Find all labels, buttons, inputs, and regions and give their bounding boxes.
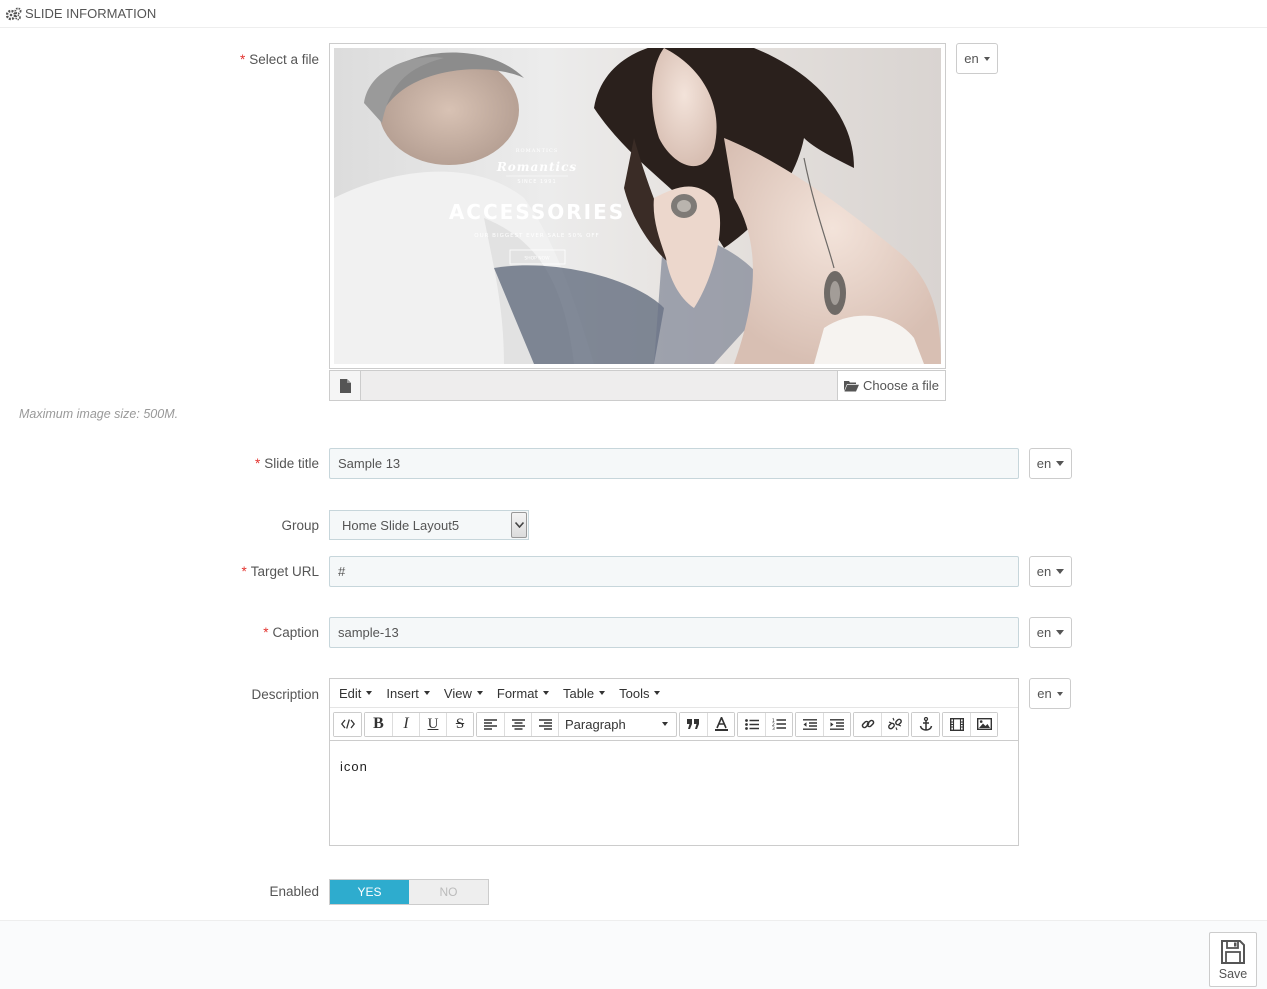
select-file-label: * Select a file	[239, 52, 319, 67]
editor-toolbar: B I U S Paragraph 1 2 3	[330, 708, 1018, 741]
menu-insert[interactable]: Insert	[386, 686, 430, 701]
target-url-lang-dropdown[interactable]: en	[1029, 556, 1072, 587]
save-button[interactable]: Save	[1209, 932, 1257, 987]
italic-icon[interactable]: I	[392, 712, 419, 736]
menu-table[interactable]: Table	[563, 686, 606, 701]
unlink-icon[interactable]	[881, 712, 908, 736]
bold-icon[interactable]: B	[365, 712, 392, 736]
numbered-list-icon[interactable]: 123	[765, 712, 792, 736]
chevron-down-icon	[423, 691, 430, 695]
chevron-down-icon	[1056, 630, 1065, 635]
editor-menubar: Edit Insert View Format Table Tools	[330, 679, 1018, 708]
editor-content[interactable]: icon	[330, 741, 1018, 792]
file-name-field[interactable]	[361, 371, 838, 400]
menu-tools[interactable]: Tools	[619, 686, 661, 701]
description-lang-dropdown[interactable]: en	[1029, 678, 1071, 709]
save-icon	[1221, 939, 1245, 964]
caption-input[interactable]: sample-13	[329, 617, 1019, 648]
media-icon[interactable]	[943, 712, 970, 736]
chevron-down-icon	[1056, 569, 1065, 574]
slide-title-lang-dropdown[interactable]: en	[1029, 448, 1072, 479]
image-lang-dropdown[interactable]: en	[956, 43, 998, 74]
banner-subline: OUR BIGGEST EVER SALE 50% OFF	[474, 233, 599, 239]
menu-view[interactable]: View	[444, 686, 483, 701]
slide-image-preview: ROMANTICS Romantics SINCE 1991 ACCESSORI…	[329, 43, 946, 369]
chevron-down-icon	[366, 691, 373, 695]
slide-title-label: * Slide title	[254, 456, 319, 471]
align-left-icon[interactable]	[477, 712, 504, 736]
text-color-icon[interactable]	[707, 712, 734, 736]
chevron-down-icon	[662, 722, 668, 726]
underline-icon[interactable]: U	[419, 712, 446, 736]
banner-brand-top: ROMANTICS	[516, 148, 559, 154]
strikethrough-icon[interactable]: S	[446, 712, 473, 736]
caption-label: * Caption	[263, 625, 319, 640]
file-input-group: Choose a file	[329, 370, 946, 401]
file-icon	[330, 371, 361, 400]
align-center-icon[interactable]	[504, 712, 531, 736]
folder-open-icon	[844, 380, 860, 391]
svg-text:3: 3	[772, 726, 775, 730]
blockquote-icon[interactable]	[680, 712, 707, 736]
chevron-down-icon	[654, 691, 661, 695]
anchor-icon[interactable]	[912, 712, 939, 736]
banner-cta: SHOP NOW	[524, 256, 550, 262]
enabled-yes-option[interactable]: YES	[330, 880, 409, 904]
choose-file-button[interactable]: Choose a file	[838, 371, 945, 400]
chevron-down-icon	[983, 56, 990, 61]
banner-headline: ACCESSORIES	[449, 200, 625, 224]
target-url-label: * Target URL	[241, 564, 319, 579]
panel-title: SLIDE INFORMATION	[25, 6, 157, 21]
banner-since: SINCE 1991	[517, 179, 556, 185]
panel-footer	[0, 920, 1267, 989]
enabled-switch: YES NO	[329, 879, 489, 905]
indent-icon[interactable]	[823, 712, 850, 736]
image-help-text: Maximum image size: 500M.	[19, 407, 179, 421]
align-right-icon[interactable]	[531, 712, 558, 736]
menu-edit[interactable]: Edit	[339, 686, 373, 701]
target-url-input[interactable]: #	[329, 556, 1019, 587]
caption-lang-dropdown[interactable]: en	[1029, 617, 1072, 648]
enabled-no-option[interactable]: NO	[409, 880, 488, 904]
description-label: Description	[251, 687, 319, 702]
link-icon[interactable]	[854, 712, 881, 736]
bullet-list-icon[interactable]	[738, 712, 765, 736]
paragraph-format-dropdown[interactable]: Paragraph	[558, 712, 676, 736]
chevron-down-icon	[543, 691, 550, 695]
menu-format[interactable]: Format	[497, 686, 550, 701]
image-icon[interactable]	[970, 712, 997, 736]
chevron-down-icon	[599, 691, 606, 695]
slide-title-input[interactable]: Sample 13	[329, 448, 1019, 479]
chevron-down-icon	[1056, 461, 1065, 466]
banner-brand: Romantics	[496, 160, 577, 174]
chevron-down-icon	[1056, 691, 1063, 696]
slide-image: ROMANTICS Romantics SINCE 1991 ACCESSORI…	[334, 48, 941, 364]
group-label: Group	[281, 518, 319, 533]
outdent-icon[interactable]	[796, 712, 823, 736]
enabled-label: Enabled	[269, 884, 319, 899]
source-code-icon[interactable]	[334, 712, 361, 736]
group-select[interactable]: Home Slide Layout5	[329, 510, 529, 540]
rich-text-editor: Edit Insert View Format Table Tools B I …	[329, 678, 1019, 846]
chevron-down-icon	[476, 691, 483, 695]
select-arrow-icon	[511, 512, 527, 538]
gears-icon	[5, 7, 22, 21]
panel-heading: SLIDE INFORMATION	[0, 0, 1267, 28]
